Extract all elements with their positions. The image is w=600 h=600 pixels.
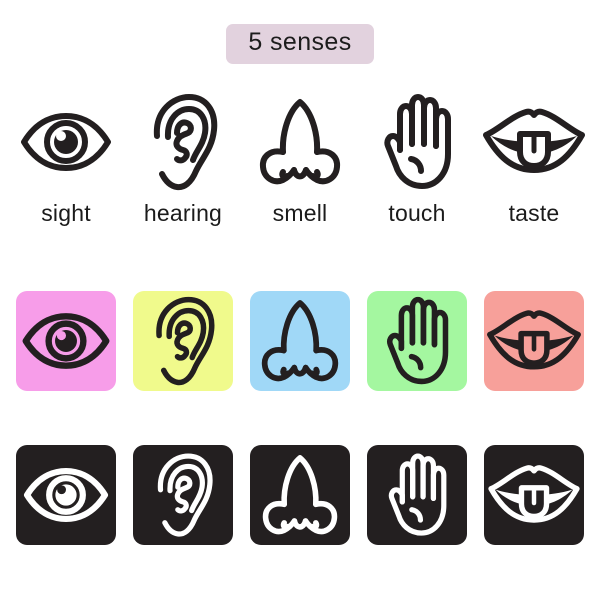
sense-label-taste: taste — [508, 200, 560, 226]
tile-cell-smell — [248, 291, 352, 391]
sense-label-hearing: hearing — [143, 200, 223, 226]
sense-label-smell: smell — [272, 200, 328, 226]
dark-tile-cell-touch — [365, 445, 469, 545]
dark-tile-smell[interactable] — [250, 445, 350, 545]
dark-tile-touch[interactable] — [367, 445, 467, 545]
sense-cell-taste: taste — [482, 92, 586, 225]
sense-cell-touch: touch — [365, 92, 469, 225]
tile-hearing[interactable] — [133, 291, 233, 391]
dark-tile-hearing[interactable] — [133, 445, 233, 545]
sense-label-sight: sight — [41, 200, 91, 226]
sense-cell-hearing: hearing — [131, 92, 235, 225]
dark-tile-cell-sight — [14, 445, 118, 545]
colored-tile-row — [0, 291, 600, 391]
ear-icon — [131, 92, 235, 192]
senses-infographic: 5 senses sight hearing smell touch taste — [0, 0, 600, 600]
nose-icon — [248, 92, 352, 192]
tile-cell-taste — [482, 291, 586, 391]
eye-icon — [14, 92, 118, 192]
tile-touch[interactable] — [367, 291, 467, 391]
tile-cell-hearing — [131, 291, 235, 391]
dark-tile-cell-smell — [248, 445, 352, 545]
mouth-icon — [482, 92, 586, 192]
hand-icon — [365, 92, 469, 192]
outline-icon-row: sight hearing smell touch taste — [0, 92, 600, 225]
dark-tile-cell-hearing — [131, 445, 235, 545]
tile-sight[interactable] — [16, 291, 116, 391]
sense-cell-smell: smell — [248, 92, 352, 225]
sense-label-touch: touch — [388, 200, 446, 226]
tile-smell[interactable] — [250, 291, 350, 391]
title-pill: 5 senses — [226, 24, 374, 64]
dark-tile-taste[interactable] — [484, 445, 584, 545]
dark-tile-sight[interactable] — [16, 445, 116, 545]
tile-cell-sight — [14, 291, 118, 391]
sense-cell-sight: sight — [14, 92, 118, 225]
page-title: 5 senses — [248, 28, 352, 56]
dark-tile-cell-taste — [482, 445, 586, 545]
dark-tile-row — [0, 445, 600, 545]
tile-cell-touch — [365, 291, 469, 391]
tile-taste[interactable] — [484, 291, 584, 391]
title-container: 5 senses — [0, 24, 600, 64]
